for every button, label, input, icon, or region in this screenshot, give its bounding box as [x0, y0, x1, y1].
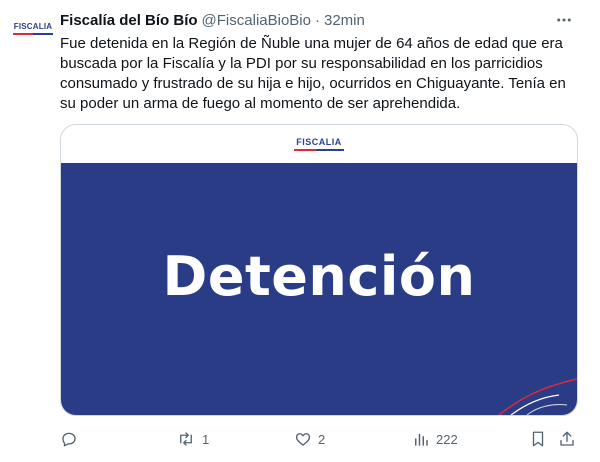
retweet-count: 1: [202, 431, 210, 447]
avatar-logo-text: FISCALIA: [13, 21, 53, 31]
decorative-lines-icon: [498, 378, 577, 415]
media-card[interactable]: FISCALIA Detención: [60, 124, 578, 416]
card-logo: FISCALIA: [296, 137, 342, 147]
card-logo-underline: [294, 149, 344, 151]
reply-icon: [62, 432, 76, 447]
retweet-button[interactable]: 1: [176, 428, 209, 450]
card-image-panel: Detención: [61, 163, 577, 415]
tweet-time[interactable]: 32min: [324, 12, 365, 29]
separator-dot: ·: [314, 11, 320, 29]
more-icon[interactable]: [552, 10, 576, 30]
tweet-text: Fue detenida en la Región de Ñuble una m…: [60, 35, 566, 112]
bookmark-button[interactable]: [529, 428, 547, 450]
tweet-header: Fiscalía del Bío Bío @FiscaliaBioBio · 3…: [60, 10, 580, 30]
author-name[interactable]: Fiscalía del Bío Bío: [60, 12, 198, 29]
reply-button[interactable]: [60, 428, 84, 450]
author-handle[interactable]: @FiscaliaBioBio: [202, 12, 311, 29]
bookmark-icon: [532, 431, 544, 447]
retweet-icon: [180, 432, 192, 446]
card-title: Detención: [162, 245, 476, 308]
views-button[interactable]: 222: [412, 428, 458, 450]
avatar[interactable]: FISCALIA: [10, 14, 56, 42]
avatar-logo-underline: [13, 32, 53, 35]
share-button[interactable]: [558, 428, 576, 450]
like-icon: [295, 433, 311, 446]
card-header: FISCALIA: [61, 125, 577, 163]
share-icon: [560, 431, 574, 446]
views-icon: [415, 433, 428, 446]
action-bar: 1 2 222: [60, 428, 580, 450]
like-button[interactable]: 2: [294, 428, 325, 450]
views-count: 222: [436, 431, 458, 447]
like-count: 2: [318, 431, 326, 447]
